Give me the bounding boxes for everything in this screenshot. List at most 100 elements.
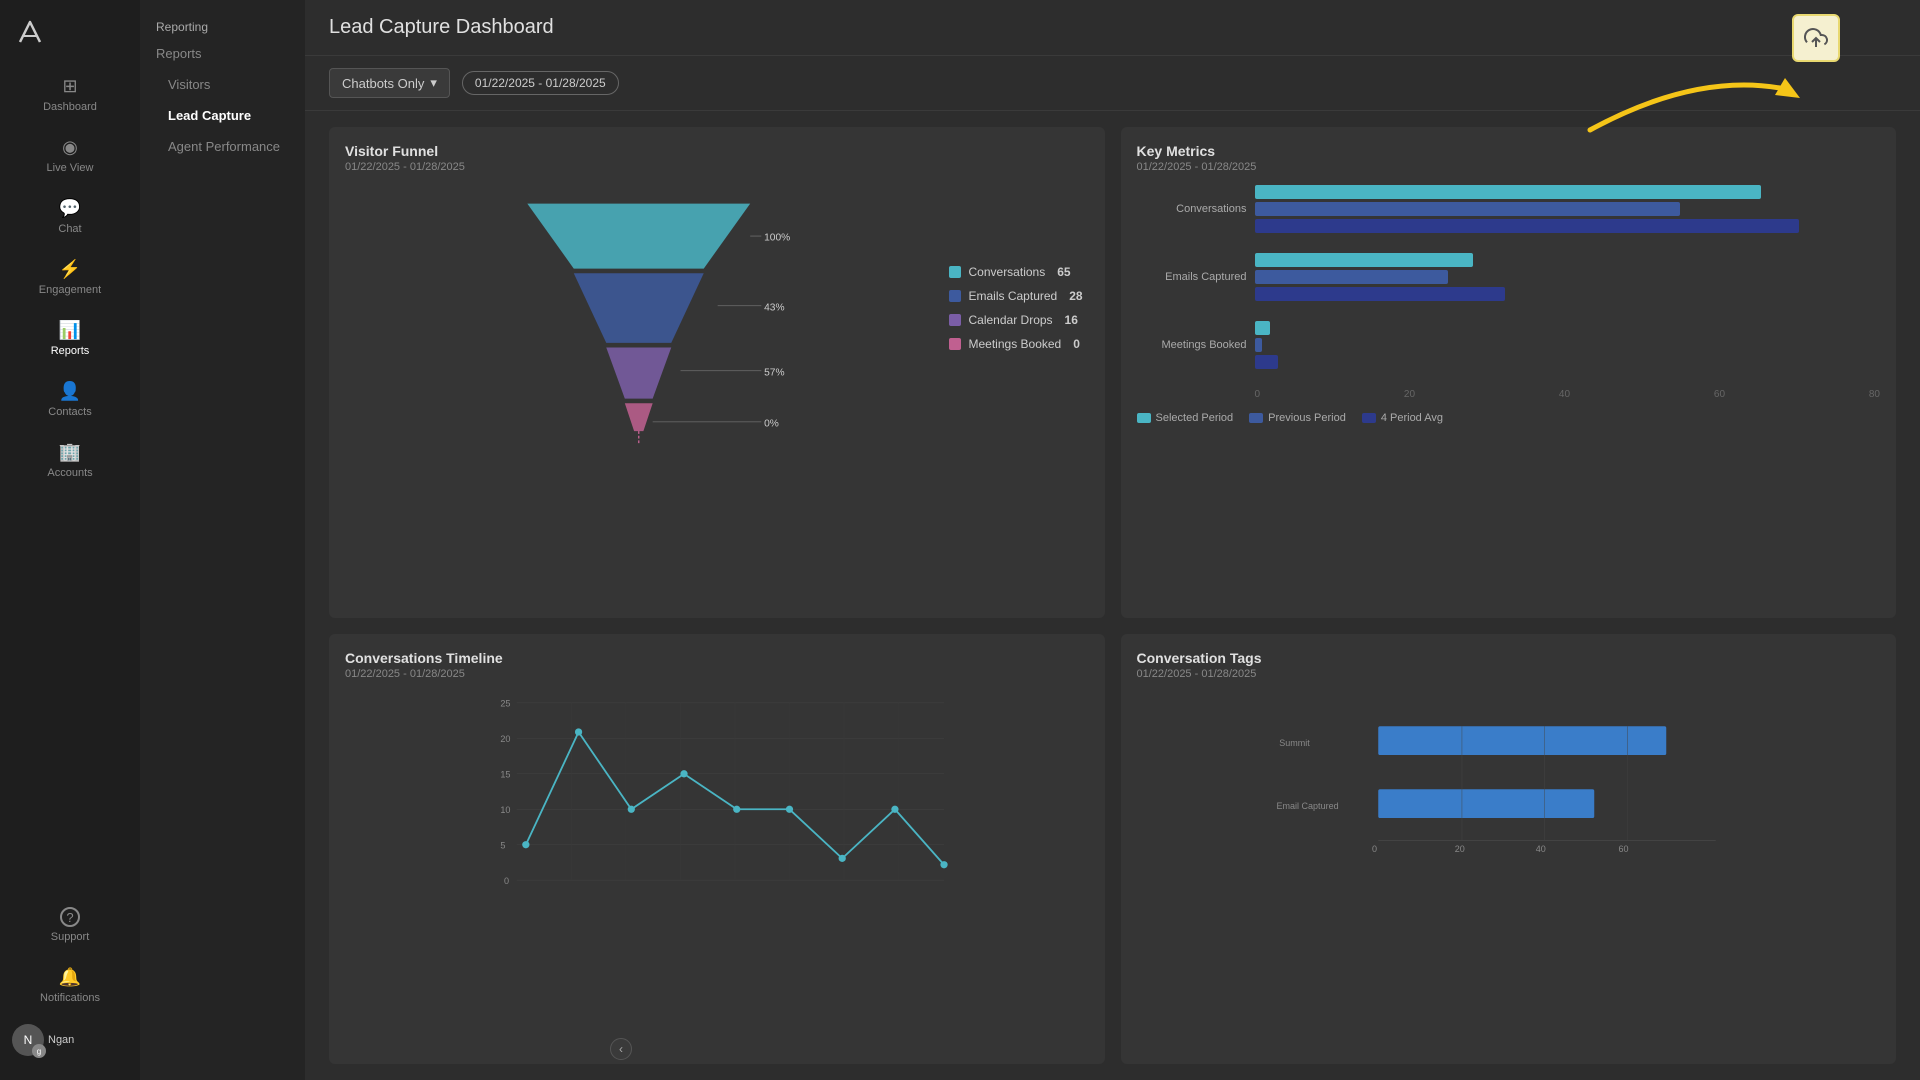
legend-dot-calendar xyxy=(949,314,961,326)
timeline-point-1 xyxy=(522,841,529,848)
sidebar-item-chat[interactable]: 💬 Chat xyxy=(0,186,140,247)
support-icon: ? xyxy=(60,907,80,927)
svg-text:Email Captured: Email Captured xyxy=(1276,801,1338,811)
chevron-down-icon: ▾ xyxy=(430,75,437,91)
svg-text:15: 15 xyxy=(500,769,510,779)
timeline-point-9 xyxy=(940,861,947,868)
notifications-icon: 🔔 xyxy=(59,967,81,988)
chatbots-filter-button[interactable]: Chatbots Only ▾ xyxy=(329,68,450,98)
key-metrics-title: Key Metrics xyxy=(1137,143,1881,159)
timeline-point-8 xyxy=(891,805,898,812)
engagement-icon: ⚡ xyxy=(59,259,81,280)
legend-dot-previous xyxy=(1249,413,1263,423)
bar-emails-previous xyxy=(1255,270,1449,284)
legend-dot-emails xyxy=(949,290,961,302)
legend-item-calendar: Calendar Drops 16 xyxy=(949,313,1089,327)
liveview-icon: ◉ xyxy=(62,137,78,158)
bar-conversations-selected xyxy=(1255,185,1762,199)
key-metrics-date: 01/22/2025 - 01/28/2025 xyxy=(1137,161,1881,173)
visitor-funnel-card: Visitor Funnel 01/22/2025 - 01/28/2025 xyxy=(329,127,1105,618)
legend-dot-meetings xyxy=(949,338,961,350)
visitor-funnel-date: 01/22/2025 - 01/28/2025 xyxy=(345,161,1089,173)
export-button[interactable] xyxy=(1792,14,1840,62)
filter-row: Chatbots Only ▾ 01/22/2025 - 01/28/2025 xyxy=(305,56,1920,111)
main-content: Lead Capture Dashboard Chatbots Only ▾ 0… xyxy=(305,0,1920,1080)
page-title: Lead Capture Dashboard xyxy=(329,16,554,39)
chart-legend: Selected Period Previous Period 4 Period… xyxy=(1137,412,1881,424)
date-range-badge[interactable]: 01/22/2025 - 01/28/2025 xyxy=(462,71,619,95)
sidebar-item-notifications[interactable]: 🔔 Notifications xyxy=(0,955,140,1016)
svg-text:43%: 43% xyxy=(764,302,784,313)
timeline-chart: 25 20 15 10 5 0 xyxy=(345,692,1089,897)
legend-4-period-avg: 4 Period Avg xyxy=(1362,412,1443,424)
tags-chart: Summit Email Captured 0 20 40 60 xyxy=(1137,692,1881,877)
svg-text:20: 20 xyxy=(1454,844,1464,854)
svg-text:Summit: Summit xyxy=(1279,738,1310,748)
topbar: Lead Capture Dashboard xyxy=(305,0,1920,56)
svg-text:0%: 0% xyxy=(764,418,779,429)
user-name: Ngan xyxy=(48,1034,74,1046)
svg-text:5: 5 xyxy=(500,840,505,850)
bar-meetings-avg xyxy=(1255,355,1278,369)
sidebar-item-engagement[interactable]: ⚡ Engagement xyxy=(0,247,140,308)
timeline-point-3 xyxy=(628,805,635,812)
chat-icon: 💬 xyxy=(59,198,81,219)
sec-section-reporting: Reporting xyxy=(140,8,305,38)
timeline-point-5 xyxy=(733,805,740,812)
legend-dot-avg xyxy=(1362,413,1376,423)
avatar: N g xyxy=(12,1024,44,1056)
bar-conversations-avg xyxy=(1255,219,1799,233)
legend-selected-period: Selected Period xyxy=(1137,412,1234,424)
sidebar-bottom: ? Support 🔔 Notifications N g Ngan xyxy=(0,895,140,1080)
bar-emails-selected xyxy=(1255,253,1474,267)
sidebar-item-contacts[interactable]: 👤 Contacts xyxy=(0,369,140,430)
timeline-date: 01/22/2025 - 01/28/2025 xyxy=(345,668,1089,680)
bar-email-captured xyxy=(1378,789,1594,818)
svg-text:0: 0 xyxy=(1371,844,1376,854)
svg-text:0: 0 xyxy=(504,875,509,885)
sec-item-visitors[interactable]: Visitors xyxy=(140,69,305,100)
legend-item-meetings: Meetings Booked 0 xyxy=(949,337,1089,351)
svg-text:60: 60 xyxy=(1618,844,1628,854)
sidebar-item-accounts[interactable]: 🏢 Accounts xyxy=(0,430,140,491)
bar-emails-avg xyxy=(1255,287,1505,301)
bar-summit xyxy=(1378,726,1666,755)
dashboard-icon: ⊞ xyxy=(62,76,77,97)
timeline-point-6 xyxy=(786,805,793,812)
bar-meetings-selected xyxy=(1255,321,1271,335)
sec-item-lead-capture[interactable]: Lead Capture xyxy=(140,100,305,131)
visitor-funnel-title: Visitor Funnel xyxy=(345,143,1089,159)
sec-item-reports[interactable]: Reports xyxy=(140,38,305,69)
legend-dot-selected xyxy=(1137,413,1151,423)
funnel-legend: Conversations 65 Emails Captured 28 Cale… xyxy=(949,185,1089,351)
svg-text:25: 25 xyxy=(500,698,510,708)
bar-row-conversations: Conversations xyxy=(1137,185,1881,233)
conversations-timeline-card: Conversations Timeline 01/22/2025 - 01/2… xyxy=(329,634,1105,1065)
logo[interactable] xyxy=(0,0,140,64)
sidebar-item-reports[interactable]: 📊 Reports xyxy=(0,308,140,369)
bar-row-emails: Emails Captured xyxy=(1137,253,1881,301)
user-row[interactable]: N g Ngan xyxy=(0,1016,140,1064)
sidebar-item-liveview[interactable]: ◉ Live View xyxy=(0,125,140,186)
avatar-badge: g xyxy=(32,1044,46,1058)
secondary-sidebar: Reporting Reports Visitors Lead Capture … xyxy=(140,0,305,1080)
timeline-point-7 xyxy=(839,854,846,861)
svg-text:57%: 57% xyxy=(764,367,784,378)
key-metrics-card: Key Metrics 01/22/2025 - 01/28/2025 Conv… xyxy=(1121,127,1897,618)
conversation-tags-card: Conversation Tags 01/22/2025 - 01/28/202… xyxy=(1121,634,1897,1065)
bar-meetings-previous xyxy=(1255,338,1263,352)
bar-conversations-previous xyxy=(1255,202,1680,216)
upload-button-wrapper xyxy=(1792,14,1840,62)
svg-text:40: 40 xyxy=(1535,844,1545,854)
legend-previous-period: Previous Period xyxy=(1249,412,1346,424)
collapse-sidebar-button[interactable]: ‹ xyxy=(610,1038,632,1060)
reports-icon: 📊 xyxy=(59,320,81,341)
bar-chart: Conversations Emails Captured xyxy=(1137,185,1881,424)
dashboard-grid: Visitor Funnel 01/22/2025 - 01/28/2025 xyxy=(305,111,1920,1080)
legend-item-emails: Emails Captured 28 xyxy=(949,289,1089,303)
sidebar-item-support[interactable]: ? Support xyxy=(0,895,140,955)
bar-row-meetings: Meetings Booked xyxy=(1137,321,1881,369)
sidebar-item-dashboard[interactable]: ⊞ Dashboard xyxy=(0,64,140,125)
sec-item-agent-performance[interactable]: Agent Performance xyxy=(140,131,305,162)
timeline-point-4 xyxy=(680,770,687,777)
